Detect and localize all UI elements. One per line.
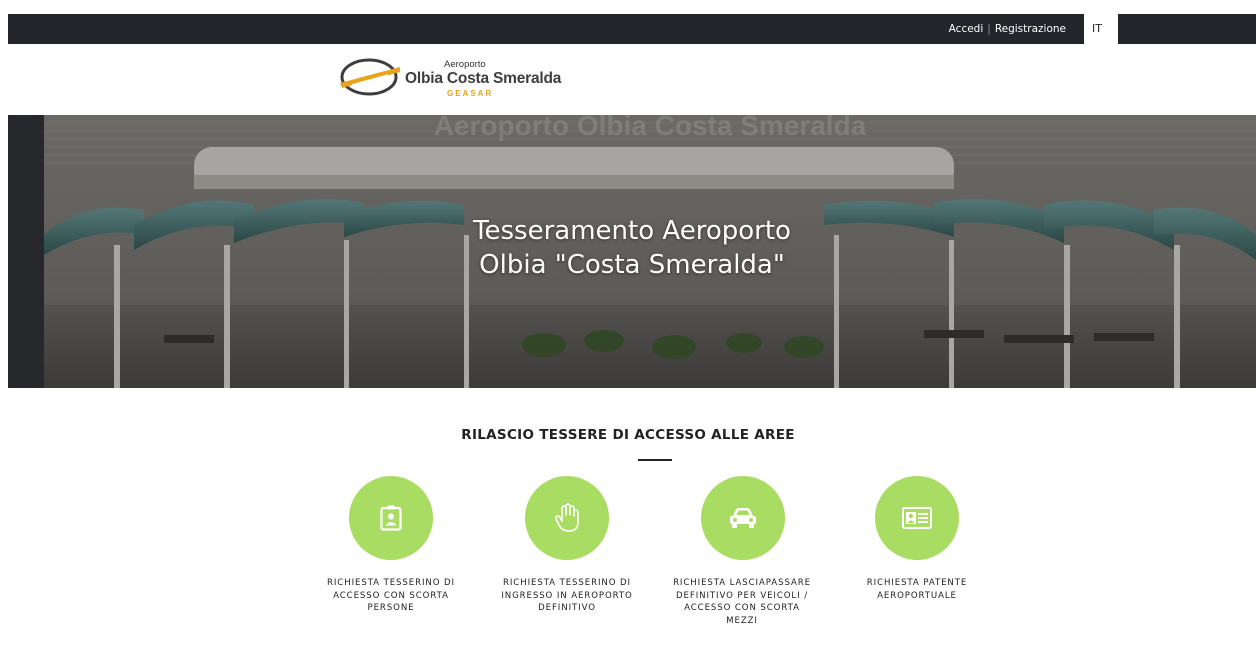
id-card-icon <box>902 507 932 529</box>
logo-small-text: Aeroporto <box>444 59 486 70</box>
car-icon <box>730 508 756 528</box>
hero-title-line-1: Tesseramento Aeroporto <box>473 216 791 246</box>
airport-logo[interactable]: Aeroporto Olbia Costa Smeralda GEASAR <box>338 55 578 103</box>
hand-icon <box>554 503 579 532</box>
card-icon-circle[interactable] <box>349 476 433 560</box>
card-label: RICHIESTA PATENTE AEROPORTUALE <box>866 578 968 601</box>
section-divider <box>638 459 672 461</box>
hero-title-line-2: Olbia "Costa Smeralda" <box>479 250 785 280</box>
card-icon-circle[interactable] <box>875 476 959 560</box>
logo-main-text: Olbia Costa Smeralda <box>405 70 562 87</box>
logo-plane-icon <box>340 58 400 96</box>
card-icon-circle[interactable] <box>525 476 609 560</box>
card-label: RICHIESTA TESSERINO DI INGRESSO IN AEROP… <box>501 578 633 613</box>
section-title: RILASCIO TESSERE DI ACCESSO ALLE AREE <box>461 427 795 443</box>
language-selector[interactable]: IT <box>1084 14 1118 44</box>
logo-sub-text: GEASAR <box>447 89 494 98</box>
card-label: RICHIESTA TESSERINO DI ACCESSO CON SCORT… <box>327 578 455 613</box>
link-separator: | <box>987 23 991 35</box>
register-link[interactable]: Registrazione <box>995 23 1066 35</box>
card-label: RICHIESTA LASCIAPASSARE DEFINITIVO PER V… <box>673 578 811 626</box>
service-cards: RICHIESTA TESSERINO DI ACCESSO CON SCORT… <box>0 476 1256 646</box>
login-link[interactable]: Accedi <box>949 23 984 35</box>
top-bar: Accedi | Registrazione IT <box>8 14 1256 44</box>
hero-banner: Aeroporto Olbia Costa Smeralda Tesserame… <box>8 115 1256 388</box>
card-icon-circle[interactable] <box>701 476 785 560</box>
badge-icon <box>380 505 402 531</box>
account-links: Accedi | Registrazione <box>949 14 1066 44</box>
hero-title: Tesseramento Aeroporto Olbia "Costa Smer… <box>8 214 1256 282</box>
